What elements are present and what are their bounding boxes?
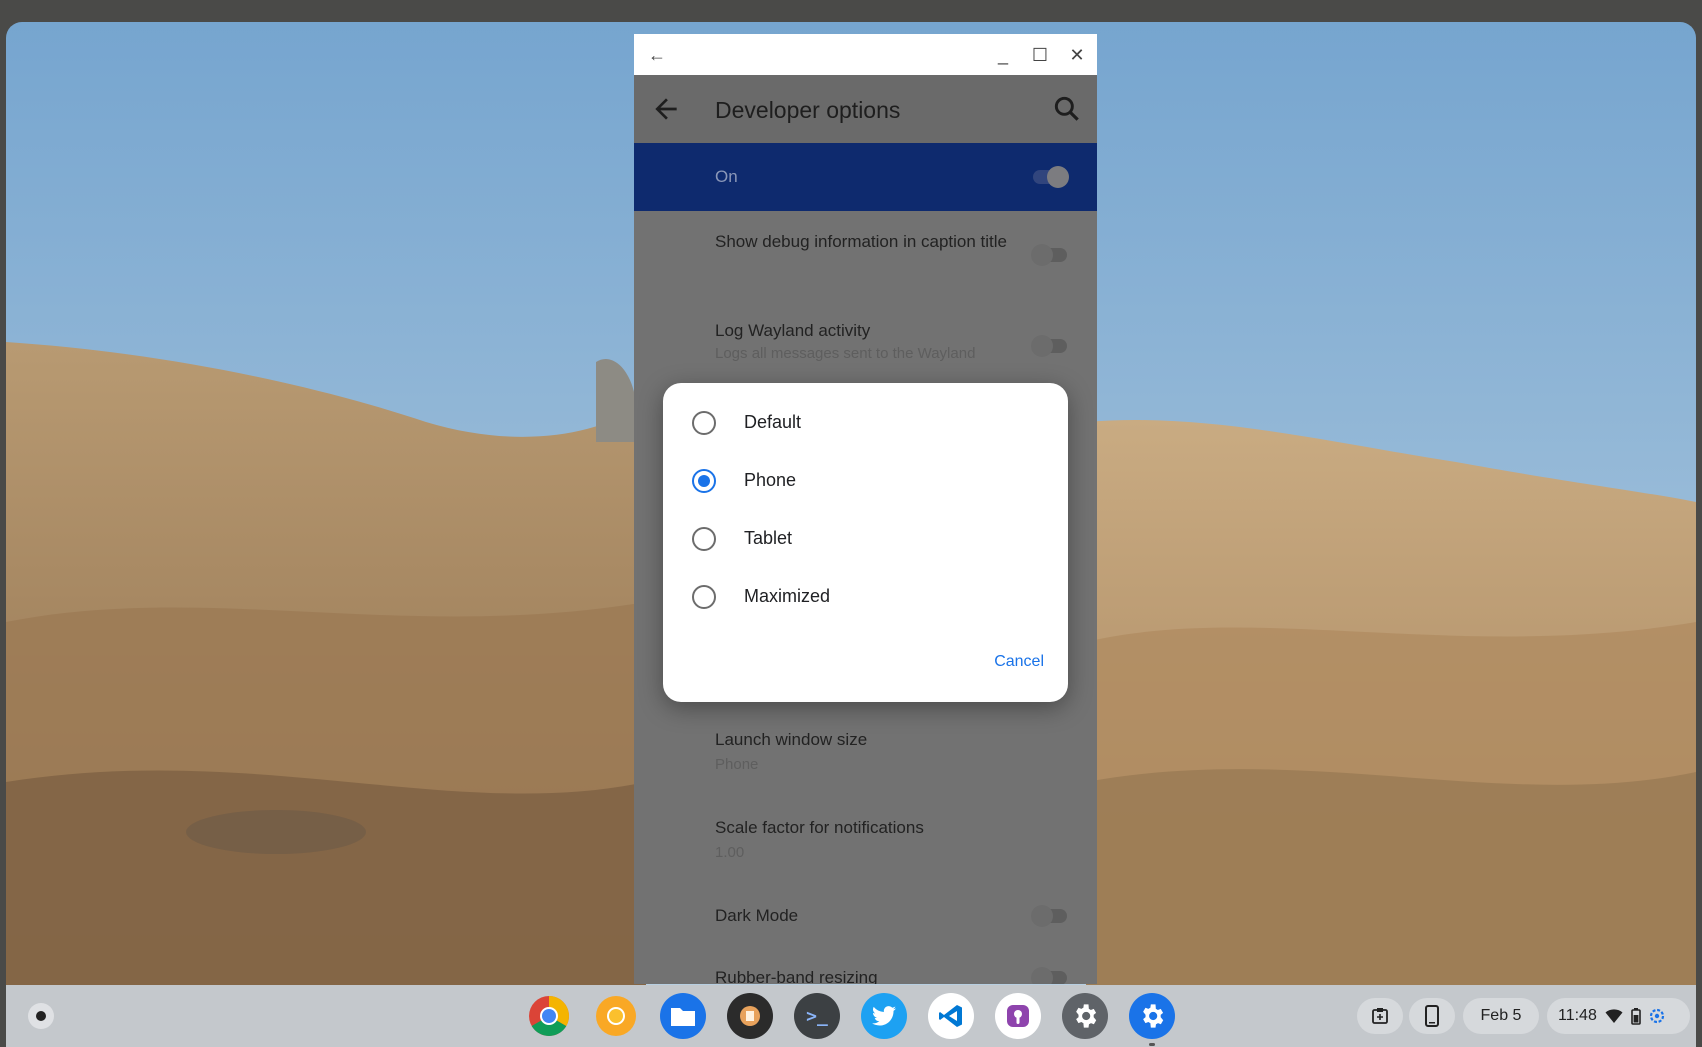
page-title: Developer options bbox=[715, 97, 901, 123]
wifi-icon bbox=[1605, 1009, 1623, 1023]
radio-default[interactable] bbox=[692, 411, 716, 435]
window-titlebar: ← _ ☐ ✕ bbox=[634, 34, 1097, 75]
phone-hub-button[interactable] bbox=[1409, 998, 1455, 1034]
status-area[interactable]: 11:48 bbox=[1547, 998, 1690, 1034]
game-icon[interactable] bbox=[727, 993, 773, 1039]
radio-phone[interactable] bbox=[692, 469, 716, 493]
developer-options-master-switch[interactable]: On bbox=[634, 143, 1097, 211]
setting-title: Rubber-band resizing bbox=[715, 968, 878, 984]
clipboard-tray-button[interactable] bbox=[1357, 998, 1403, 1034]
option-maximized[interactable]: Maximized bbox=[663, 567, 1068, 625]
twitter-icon[interactable] bbox=[861, 993, 907, 1039]
setting-row-rubber-band[interactable]: Rubber-band resizing bbox=[634, 956, 1097, 984]
option-default[interactable]: Default bbox=[663, 393, 1068, 451]
battery-icon bbox=[1631, 1008, 1641, 1025]
vscode-icon[interactable] bbox=[928, 993, 974, 1039]
debug-caption-toggle[interactable] bbox=[1031, 244, 1067, 266]
setting-subtitle: 1.00 bbox=[715, 844, 745, 861]
option-label: Maximized bbox=[744, 586, 831, 606]
minimize-button[interactable]: _ bbox=[990, 42, 1016, 68]
setting-row-launch-window-size[interactable]: Launch window size Phone bbox=[634, 714, 1097, 802]
dark-mode-toggle[interactable] bbox=[1031, 905, 1067, 927]
option-label: Tablet bbox=[744, 528, 793, 548]
option-phone[interactable]: Phone bbox=[663, 451, 1068, 509]
close-icon: ✕ bbox=[1069, 44, 1085, 65]
date-button[interactable]: Feb 5 bbox=[1463, 998, 1539, 1034]
setting-title: Scale factor for notifications bbox=[715, 818, 924, 837]
files-icon[interactable] bbox=[660, 993, 706, 1039]
android-settings-icon[interactable] bbox=[1129, 993, 1175, 1046]
option-tablet[interactable]: Tablet bbox=[663, 509, 1068, 567]
launch-window-size-dialog: Default Phone Tablet Maximized Cancel bbox=[663, 383, 1068, 702]
setting-row-notification-scale[interactable]: Scale factor for notifications 1.00 bbox=[634, 802, 1097, 890]
setting-title: Launch window size bbox=[715, 730, 868, 749]
settings-gear-icon bbox=[1649, 1008, 1664, 1024]
setting-title: Show debug information in caption title bbox=[715, 232, 1008, 251]
settings-icon[interactable] bbox=[1062, 993, 1108, 1039]
clock-label: 11:48 bbox=[1558, 1007, 1597, 1024]
running-indicator bbox=[1149, 1043, 1155, 1046]
rubber-band-toggle[interactable] bbox=[1031, 967, 1067, 984]
option-label: Default bbox=[744, 412, 802, 432]
setting-row-log-wayland[interactable]: Log Wayland activity Logs all messages s… bbox=[634, 299, 1097, 389]
setting-row-debug-caption[interactable]: Show debug information in caption title bbox=[634, 211, 1097, 299]
back-arrow-icon[interactable] bbox=[650, 93, 682, 125]
launcher-button[interactable] bbox=[28, 1003, 54, 1029]
chrome-canary-icon[interactable] bbox=[593, 993, 639, 1039]
terminal-icon[interactable]: >_ bbox=[794, 993, 840, 1039]
master-switch-label: On bbox=[715, 167, 738, 186]
minimize-icon: _ bbox=[997, 44, 1008, 65]
maximize-icon: ☐ bbox=[1031, 44, 1049, 65]
chrome-icon[interactable] bbox=[526, 993, 572, 1039]
master-toggle[interactable] bbox=[1033, 166, 1069, 188]
search-icon[interactable] bbox=[1051, 93, 1083, 125]
log-wayland-toggle[interactable] bbox=[1031, 335, 1067, 357]
titlebar-back-button[interactable]: ← bbox=[644, 42, 670, 68]
phone-icon bbox=[1425, 1005, 1439, 1027]
setting-row-dark-mode[interactable]: Dark Mode bbox=[634, 890, 1097, 956]
clipboard-icon bbox=[1372, 1008, 1388, 1024]
setting-title: Log Wayland activity bbox=[715, 321, 871, 340]
setting-subtitle: Phone bbox=[715, 756, 759, 773]
option-label: Phone bbox=[744, 470, 797, 490]
shelf: >_ Feb 5 11:48 bbox=[6, 985, 1696, 1047]
radio-maximized[interactable] bbox=[692, 585, 716, 609]
radio-tablet[interactable] bbox=[692, 527, 716, 551]
podcast-icon[interactable] bbox=[995, 993, 1041, 1039]
setting-subtitle: Logs all messages sent to the Wayland bbox=[715, 345, 976, 362]
app-toolbar: Developer options bbox=[634, 75, 1097, 143]
cancel-button[interactable]: Cancel bbox=[994, 653, 1044, 671]
close-button[interactable]: ✕ bbox=[1064, 42, 1090, 68]
back-arrow-icon: ← bbox=[648, 44, 666, 65]
setting-title: Dark Mode bbox=[715, 906, 799, 925]
maximize-button[interactable]: ☐ bbox=[1027, 42, 1053, 68]
date-label: Feb 5 bbox=[1480, 1007, 1522, 1024]
